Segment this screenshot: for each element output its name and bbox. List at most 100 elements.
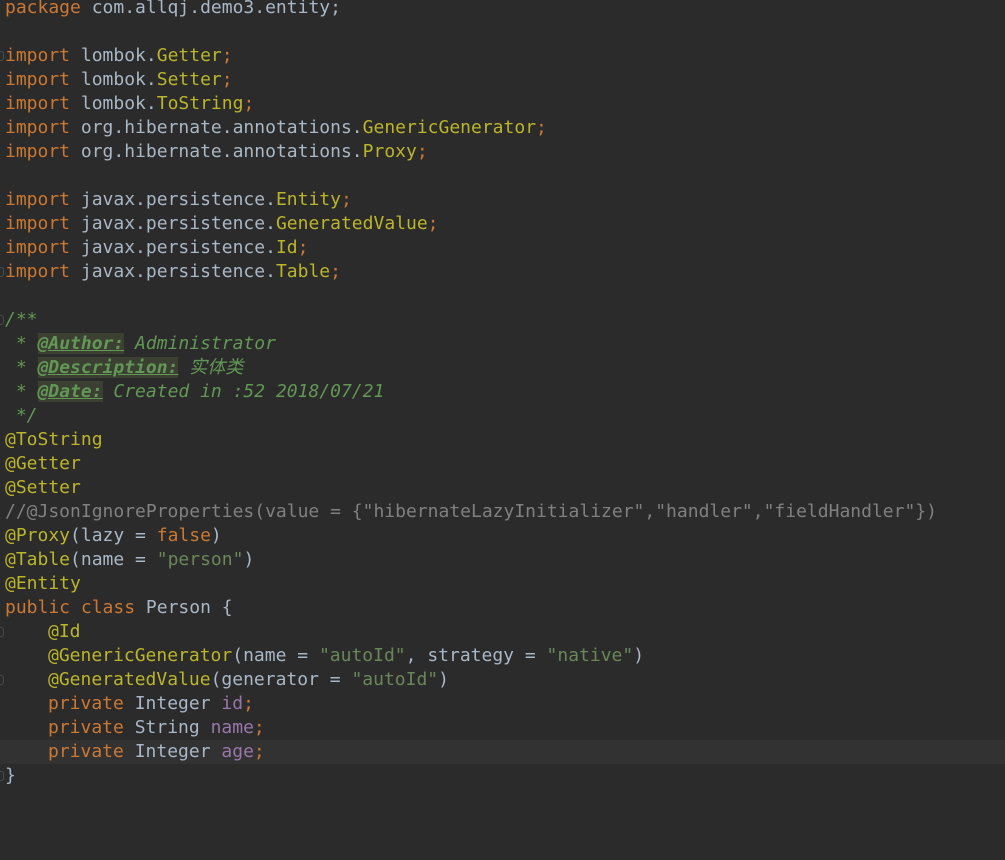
code-line-annotation[interactable]: @Getter: [0, 452, 1005, 476]
code-line-import[interactable]: import org.hibernate.annotations.Proxy;: [0, 140, 1005, 164]
code-line-field[interactable]: private Integer id;: [0, 692, 1005, 716]
field-type: String: [123, 717, 211, 738]
semicolon: ;: [297, 237, 309, 258]
import-package: javax.persistence.: [80, 189, 276, 210]
code-line-comment[interactable]: //@JsonIgnoreProperties(value = {"hibern…: [0, 500, 1005, 524]
fold-marker-icon[interactable]: [0, 771, 4, 781]
code-line-annotation[interactable]: @Table(name = "person"): [0, 548, 1005, 572]
code-editor[interactable]: package com.allqj.demo3.entity; import l…: [0, 0, 1005, 786]
annotation-proxy: @Proxy: [5, 525, 71, 546]
code-line-import[interactable]: import lombok.ToString;: [0, 92, 1005, 116]
code-line-annotation[interactable]: @GenericGenerator(name = "autoId", strat…: [0, 644, 1005, 668]
code-line-import[interactable]: import javax.persistence.GeneratedValue;: [0, 212, 1005, 236]
field-name: age: [221, 741, 254, 762]
fold-marker-icon[interactable]: [0, 315, 4, 325]
code-line-annotation[interactable]: @Setter: [0, 476, 1005, 500]
import-package: lombok.: [80, 69, 157, 90]
code-line-class-declaration[interactable]: public class Person {: [0, 596, 1005, 620]
semicolon: ;: [253, 717, 265, 738]
annotation-entity: @Entity: [5, 573, 81, 594]
code-line-annotation[interactable]: @GeneratedValue(generator = "autoId"): [0, 668, 1005, 692]
code-line-import[interactable]: import javax.persistence.Id;: [0, 236, 1005, 260]
line-comment: //@JsonIgnoreProperties(value = {"hibern…: [5, 501, 937, 522]
semicolon: ;: [536, 117, 547, 138]
code-line-import[interactable]: import javax.persistence.Entity;: [0, 188, 1005, 212]
keyword-public: public: [5, 597, 71, 618]
field-type: Integer: [123, 693, 222, 714]
keyword-private: private: [48, 717, 124, 738]
code-line-javadoc-open[interactable]: /**: [0, 308, 1005, 332]
code-line-import[interactable]: import lombok.Setter;: [0, 68, 1005, 92]
fold-marker-icon[interactable]: [0, 675, 4, 685]
import-class: ToString: [156, 93, 244, 114]
annotation-generic-generator: @GenericGenerator: [48, 645, 233, 666]
keyword-private: private: [48, 693, 124, 714]
import-class: Setter: [156, 69, 222, 90]
code-line-javadoc-date[interactable]: * @Date: Created in :52 2018/07/21: [0, 380, 1005, 404]
field-name: id: [221, 693, 244, 714]
string-literal: "autoId": [351, 669, 439, 690]
keyword-import: import: [5, 237, 71, 258]
field-name: name: [210, 717, 254, 738]
semicolon: ;: [243, 693, 254, 714]
keyword-false: false: [156, 525, 211, 546]
fold-marker-icon[interactable]: [0, 267, 4, 277]
code-line-javadoc-author[interactable]: * @Author: Administrator: [0, 332, 1005, 356]
semicolon: ;: [330, 261, 341, 282]
javadoc-date-value: Created in :52 2018/07/21: [102, 381, 385, 402]
annotation-args: (name =: [232, 645, 319, 666]
closing-brace: }: [5, 765, 16, 786]
import-class: Getter: [156, 45, 222, 66]
import-class: Table: [275, 261, 331, 282]
keyword-package: package: [5, 0, 81, 18]
javadoc-author-tag: @Author:: [37, 333, 125, 354]
javadoc-prefix: *: [5, 357, 38, 378]
semicolon: ;: [221, 45, 233, 66]
javadoc-description-tag: @Description:: [37, 357, 179, 378]
code-line-package[interactable]: package com.allqj.demo3.entity;: [0, 0, 1005, 20]
semicolon: ;: [340, 189, 352, 210]
code-line-field[interactable]: private String name;: [0, 716, 1005, 740]
keyword-import: import: [5, 69, 71, 90]
string-literal: "native": [546, 645, 634, 666]
annotation-args-close: ): [438, 669, 449, 690]
import-class: Entity: [275, 189, 341, 210]
fold-marker-icon[interactable]: [0, 51, 4, 61]
code-line-import[interactable]: import org.hibernate.annotations.Generic…: [0, 116, 1005, 140]
semicolon: ;: [427, 213, 439, 234]
keyword-class: class: [80, 597, 136, 618]
annotation-generated-value: @GeneratedValue: [48, 669, 211, 690]
string-literal: "autoId": [318, 645, 406, 666]
annotation-tostring: @ToString: [5, 429, 103, 450]
semicolon: ;: [243, 93, 255, 114]
keyword-private: private: [48, 741, 124, 762]
code-line-import[interactable]: import lombok.Getter;: [0, 44, 1005, 68]
import-class: GenericGenerator: [362, 117, 537, 138]
code-line-closing-brace[interactable]: }: [0, 764, 1005, 788]
code-line-javadoc-description[interactable]: * @Description: 实体类: [0, 356, 1005, 380]
annotation-args-close: ): [243, 549, 255, 570]
javadoc-close: */: [5, 405, 38, 426]
keyword-import: import: [5, 213, 71, 234]
code-line-annotation[interactable]: @ToString: [0, 428, 1005, 452]
keyword-import: import: [5, 93, 71, 114]
import-package: javax.persistence.: [80, 213, 276, 234]
code-line-annotation[interactable]: @Id: [0, 620, 1005, 644]
code-line-javadoc-close[interactable]: */: [0, 404, 1005, 428]
annotation-args-close: ): [633, 645, 645, 666]
annotation-args: (name =: [70, 549, 157, 570]
code-line-annotation[interactable]: @Entity: [0, 572, 1005, 596]
annotation-args: (lazy =: [70, 525, 157, 546]
import-package: org.hibernate.annotations.: [80, 141, 363, 162]
code-line-import[interactable]: import javax.persistence.Table;: [0, 260, 1005, 284]
semicolon: ;: [253, 741, 265, 762]
import-class: Id: [275, 237, 298, 258]
code-line-annotation[interactable]: @Proxy(lazy = false): [0, 524, 1005, 548]
javadoc-open: /**: [5, 309, 38, 330]
fold-marker-icon[interactable]: [0, 627, 4, 637]
annotation-id: @Id: [48, 621, 81, 642]
import-package: lombok.: [80, 45, 157, 66]
annotation-args: , strategy =: [405, 645, 547, 666]
code-line-field-current[interactable]: private Integer age;: [0, 740, 1005, 764]
javadoc-description-value: 实体类: [178, 357, 244, 378]
